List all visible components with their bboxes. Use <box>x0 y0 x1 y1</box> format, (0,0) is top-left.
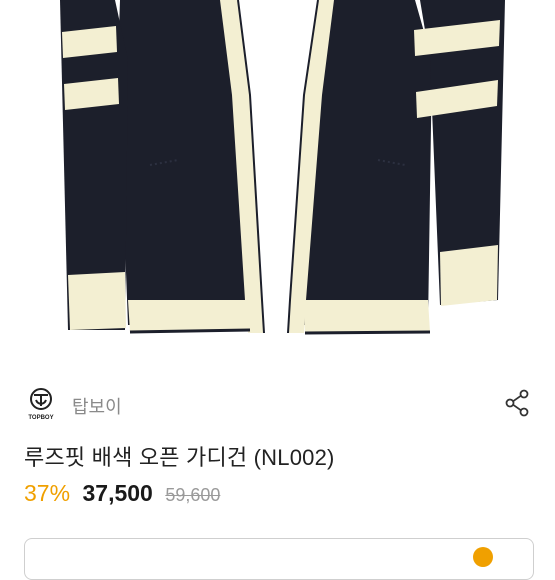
original-price: 59,600 <box>165 485 221 505</box>
svg-text:TOPBOY: TOPBOY <box>28 415 53 421</box>
option-box[interactable] <box>24 538 534 580</box>
brand-logo: TOPBOY <box>22 386 60 422</box>
brand-name[interactable]: 탑보이 <box>72 393 122 419</box>
discount-rate: 37% <box>24 480 71 506</box>
price-row: 37% 37,500 59,600 <box>24 480 220 510</box>
badge-icon <box>473 547 493 567</box>
product-title: 루즈핏 배색 오픈 가디건 (NL002) <box>24 445 335 470</box>
seller-row[interactable]: TOPBOY 탑보이 <box>22 384 533 424</box>
product-image <box>0 0 555 370</box>
share-icon[interactable] <box>503 388 533 418</box>
sale-price: 37,500 <box>82 480 153 506</box>
